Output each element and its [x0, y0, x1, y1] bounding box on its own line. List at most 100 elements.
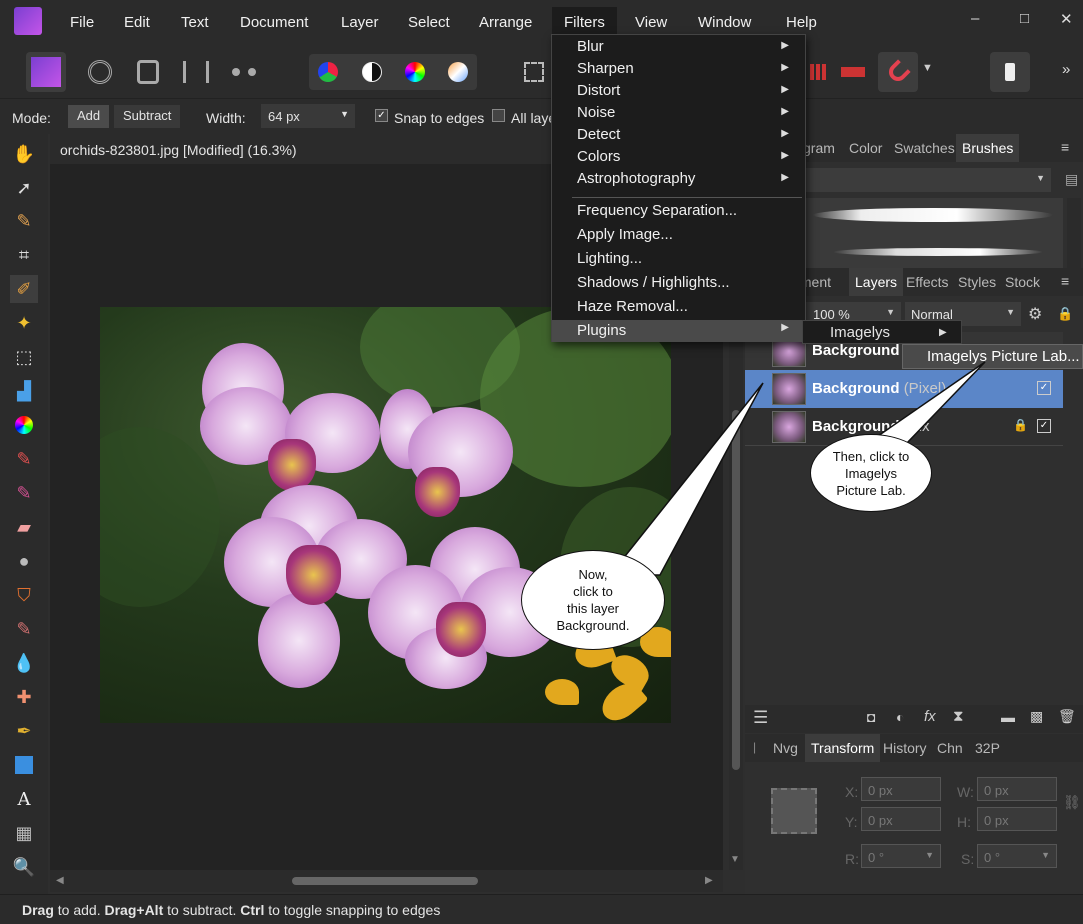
menu-item-astrophotography[interactable]: Astrophotography ▶ — [552, 170, 805, 192]
anchor-selector-icon[interactable] — [771, 788, 817, 834]
menu-layer[interactable]: Layer — [341, 14, 379, 31]
tab-history[interactable]: History — [883, 740, 927, 756]
hsl-icon[interactable] — [395, 52, 435, 92]
delete-layer-icon[interactable]: 🗑 — [1058, 708, 1076, 725]
tab-stock[interactable]: Stock — [1005, 274, 1040, 290]
tab-32p[interactable]: 32P — [975, 740, 1000, 756]
close-icon[interactable]: ✕ — [1060, 10, 1073, 28]
panel-grip-icon[interactable]: | — [753, 740, 756, 754]
assistant-icon[interactable] — [990, 52, 1030, 92]
mode-add-button[interactable]: Add — [68, 105, 110, 128]
share-icon[interactable] — [224, 52, 264, 92]
vertical-scroll-thumb[interactable] — [732, 410, 740, 770]
menu-item-lighting[interactable]: Lighting... — [552, 250, 805, 272]
view-tool-icon[interactable]: ✋ — [10, 140, 38, 168]
menu-text[interactable]: Text — [181, 14, 209, 31]
h-field[interactable]: 0 px — [977, 807, 1057, 831]
menu-item-distort[interactable]: Distort ▶ — [552, 82, 805, 104]
menu-item-imagelys-picture-lab[interactable]: Imagelys Picture Lab... — [927, 348, 1080, 365]
scroll-down-icon[interactable]: ▼ — [730, 854, 740, 865]
horizontal-scrollbar[interactable]: ◀ ▶ — [50, 870, 723, 892]
marquee-icon[interactable] — [514, 52, 554, 92]
levels-icon[interactable] — [308, 52, 348, 92]
rotation-field[interactable]: 0 ° ▼ — [861, 844, 941, 868]
scroll-left-icon[interactable]: ◀ — [56, 875, 64, 886]
layer-visibility-checkbox[interactable]: ✓ — [1037, 419, 1051, 433]
all-layers-checkbox[interactable] — [492, 109, 505, 122]
live-filter-icon[interactable]: ⧗ — [953, 708, 964, 725]
gradient-tool-icon[interactable] — [10, 411, 38, 439]
text-tool-icon[interactable]: A — [10, 785, 38, 813]
tone-mapping-persona-icon[interactable] — [176, 52, 216, 92]
color-replacement-tool-icon[interactable]: ✎ — [10, 479, 38, 507]
y-field[interactable]: 0 px — [861, 807, 941, 831]
scroll-right-icon[interactable]: ▶ — [705, 875, 713, 886]
menu-item-shadows-highlights[interactable]: Shadows / Highlights... — [552, 274, 805, 296]
brush-list-scrollbar[interactable] — [1067, 198, 1081, 268]
marquee-tool-icon[interactable]: ⬚ — [10, 343, 38, 371]
menu-edit[interactable]: Edit — [124, 14, 150, 31]
menu-document[interactable]: Document — [240, 14, 308, 31]
smudge-tool-icon[interactable]: ✎ — [10, 615, 38, 643]
snapping-dropdown-icon[interactable]: ▼ — [922, 62, 933, 74]
dodge-tool-icon[interactable]: ● — [10, 547, 38, 575]
menu-item-noise[interactable]: Noise ▶ — [552, 104, 805, 126]
menu-item-frequency-separation[interactable]: Frequency Separation... — [552, 202, 805, 224]
menu-item-blur[interactable]: Blur ▶ — [552, 38, 805, 60]
tab-transform[interactable]: Transform — [805, 734, 881, 762]
healing-tool-icon[interactable]: ✚ — [10, 683, 38, 711]
pen-tool-icon[interactable]: ✒ — [10, 717, 38, 745]
menu-item-plugins[interactable]: Plugins ▶ — [552, 320, 805, 342]
mesh-warp-tool-icon[interactable]: ▦ — [10, 819, 38, 847]
menu-help[interactable]: Help — [786, 14, 817, 31]
liquify-persona-icon[interactable] — [80, 52, 120, 92]
rectangle-tool-icon[interactable] — [10, 751, 38, 779]
paint-brush-tool-icon[interactable]: ✎ — [10, 445, 38, 473]
tab-effects[interactable]: Effects — [906, 274, 949, 290]
clone-tool-icon[interactable]: ⛉ — [10, 581, 38, 609]
white-balance-icon[interactable] — [438, 52, 478, 92]
menu-item-haze-removal[interactable]: Haze Removal... — [552, 298, 805, 320]
photo-persona-icon[interactable] — [26, 52, 66, 92]
menu-item-colors[interactable]: Colors ▶ — [552, 148, 805, 170]
develop-persona-icon[interactable] — [128, 52, 168, 92]
menu-item-detect[interactable]: Detect ▶ — [552, 126, 805, 148]
layer-visibility-checkbox[interactable]: ✓ — [1037, 381, 1051, 395]
layer-settings-gear-icon[interactable]: ⚙ — [1028, 304, 1042, 324]
menu-item-sharpen[interactable]: Sharpen ▶ — [552, 60, 805, 82]
link-aspect-icon[interactable]: ⛓ — [1063, 794, 1081, 811]
minimize-icon[interactable]: – — [971, 10, 979, 27]
add-pixel-layer-icon[interactable]: ▩ — [1030, 708, 1043, 725]
snapping-magnet-icon[interactable] — [878, 52, 918, 92]
move-tool-icon[interactable]: ➚ — [10, 174, 38, 202]
tab-color[interactable]: Color — [849, 140, 882, 156]
menu-file[interactable]: File — [70, 14, 94, 31]
tab-histogram[interactable]: gram — [803, 140, 835, 156]
shear-field[interactable]: 0 ° ▼ — [977, 844, 1057, 868]
fx-icon[interactable]: fx — [924, 708, 936, 725]
panel-menu-icon[interactable]: ≡ — [1061, 139, 1069, 155]
tab-swatches[interactable]: Swatches — [894, 140, 955, 156]
brush-view-icon[interactable]: ▤ — [1065, 171, 1078, 188]
layers-stack-icon[interactable]: ☰ — [753, 708, 768, 728]
tab-layers[interactable]: Layers — [849, 268, 904, 296]
brush-preview-list[interactable] — [803, 198, 1063, 268]
menu-view[interactable]: View — [635, 14, 667, 31]
toolbar-overflow-icon[interactable]: » — [1062, 61, 1070, 78]
menu-window[interactable]: Window — [698, 14, 751, 31]
maximize-icon[interactable]: □ — [1020, 10, 1029, 27]
tab-styles[interactable]: Styles — [958, 274, 996, 290]
x-field[interactable]: 0 px — [861, 777, 941, 801]
fill-tool-icon[interactable]: ▟ — [10, 377, 38, 405]
zoom-tool-icon[interactable]: 🔍 — [10, 853, 38, 881]
crop-tool-icon[interactable]: ⌗ — [10, 241, 38, 269]
layer-row-selected[interactable]: Background (Pixel) ✓ — [745, 370, 1063, 408]
brush-category-dropdown[interactable]: ▼ — [803, 168, 1051, 192]
add-group-folder-icon[interactable]: ▬ — [1001, 709, 1015, 725]
layers-panel-menu-icon[interactable]: ≡ — [1061, 273, 1069, 289]
flood-select-tool-icon[interactable]: ✦ — [10, 309, 38, 337]
adjustment-layer-icon[interactable]: ◐ — [896, 709, 904, 725]
blur-tool-icon[interactable]: 💧 — [10, 649, 38, 677]
erase-tool-icon[interactable]: ▰ — [10, 513, 38, 541]
force-pixel-align-icon[interactable] — [833, 52, 873, 92]
